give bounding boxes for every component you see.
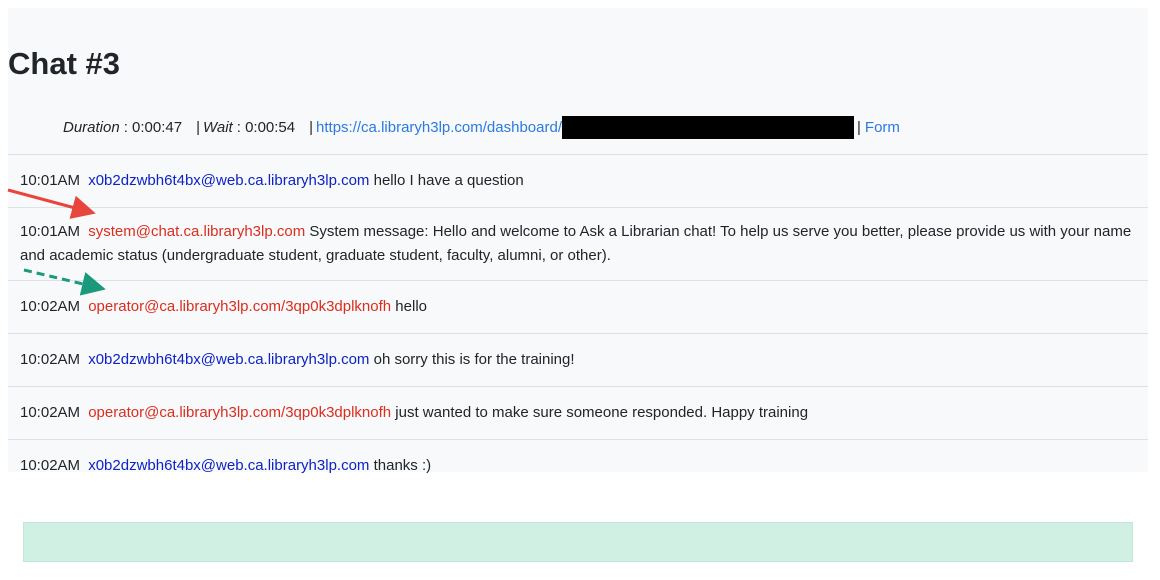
message-sender[interactable]: x0b2dzwbh6t4bx@web.ca.libraryh3lp.com [88,172,369,189]
message-text: thanks :) [373,457,432,474]
message-time: 10:01AM [20,172,81,189]
duration-value: : 0:00:47 [123,119,183,136]
message-row: 10:02AM x0b2dzwbh6t4bx@web.ca.libraryh3l… [8,333,1148,386]
separator: | [196,119,200,136]
message-sender[interactable]: operator@ca.libraryh3lp.com/3qp0k3dplkno… [88,404,391,421]
message-time: 10:01AM [20,223,81,240]
duration-label: Duration [63,119,120,136]
message-time: 10:02AM [20,404,81,421]
message-time: 10:02AM [20,351,81,368]
wait-label: Wait [203,119,233,136]
redaction-box [562,116,854,139]
separator: | [857,119,861,136]
wait-value: : 0:00:54 [236,119,296,136]
message-row: 10:02AM operator@ca.libraryh3lp.com/3qp0… [8,280,1148,333]
message-sender[interactable]: system@chat.ca.libraryh3lp.com [88,223,305,240]
message-row: 10:02AM operator@ca.libraryh3lp.com/3qp0… [8,386,1148,439]
message-text: hello I have a question [373,172,524,189]
page-title: Chat #3 [8,46,120,81]
message-text: oh sorry this is for the training! [373,351,575,368]
separator: | [309,119,314,136]
message-row: 10:02AM x0b2dzwbh6t4bx@web.ca.libraryh3l… [8,439,1148,492]
message-sender[interactable]: x0b2dzwbh6t4bx@web.ca.libraryh3lp.com [88,457,369,474]
alert-box [23,522,1133,562]
message-list: 10:01AM x0b2dzwbh6t4bx@web.ca.libraryh3l… [8,154,1148,492]
dashboard-link[interactable]: https://ca.libraryh3lp.com/dashboard/ [316,119,562,136]
message-sender[interactable]: x0b2dzwbh6t4bx@web.ca.libraryh3lp.com [88,351,369,368]
message-text: hello [395,298,427,315]
message-row: 10:01AM system@chat.ca.libraryh3lp.com S… [8,207,1148,280]
message-sender[interactable]: operator@ca.libraryh3lp.com/3qp0k3dplkno… [88,298,391,315]
form-link[interactable]: Form [865,119,900,136]
message-text: just wanted to make sure someone respond… [395,404,809,421]
message-time: 10:02AM [20,298,81,315]
chat-meta: Duration : 0:00:47 | Wait : 0:00:54 | ht… [63,116,900,139]
chat-panel: Chat #3 Duration : 0:00:47 | Wait : 0:00… [8,8,1148,474]
message-time: 10:02AM [20,457,81,474]
message-row: 10:01AM x0b2dzwbh6t4bx@web.ca.libraryh3l… [8,154,1148,207]
